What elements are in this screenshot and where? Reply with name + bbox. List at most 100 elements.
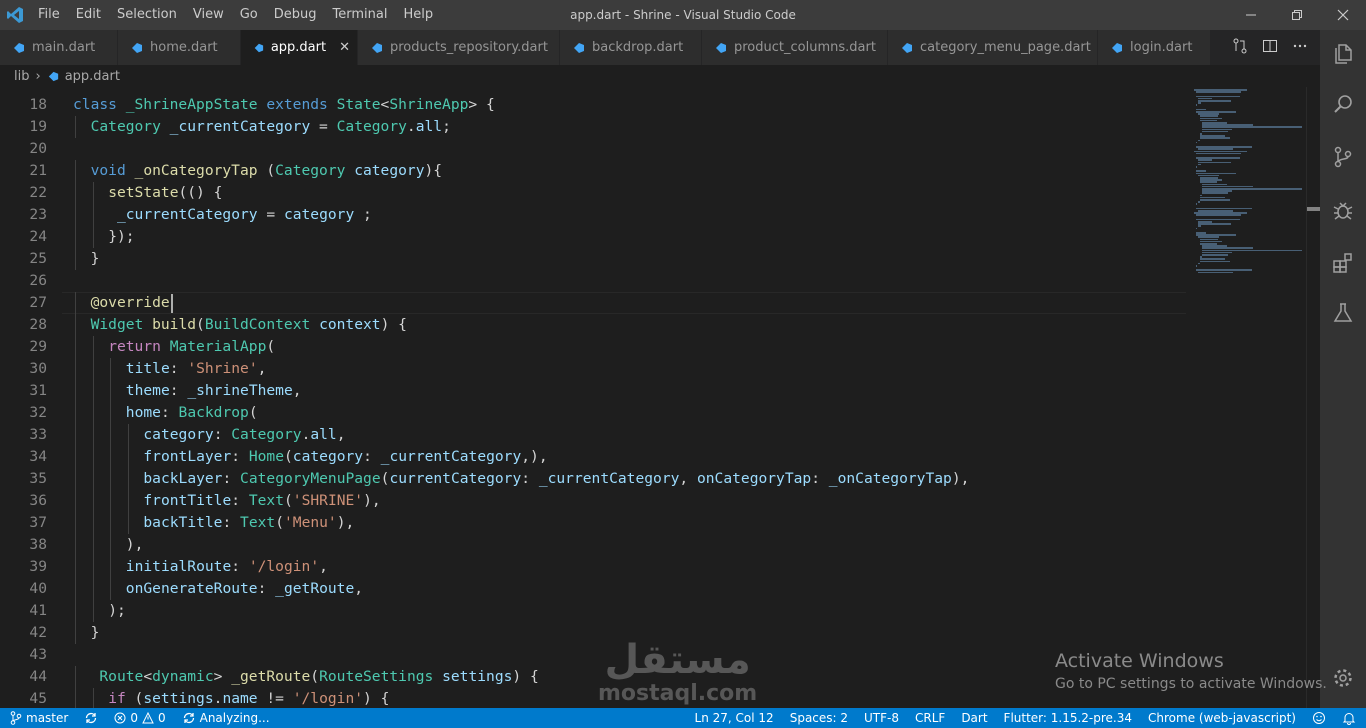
code-line[interactable]: 35 backLayer: CategoryMenuPage(currentCat… (0, 468, 1190, 490)
dart-file-icon (1112, 42, 1122, 53)
code-line[interactable]: 30 title: 'Shrine', (0, 358, 1190, 380)
indent-guide (75, 490, 76, 512)
code-line[interactable]: 22 setState(() { (0, 182, 1190, 204)
menu-selection[interactable]: Selection (109, 0, 185, 30)
code-line[interactable]: 45 if (settings.name != '/login') { (0, 688, 1190, 708)
activity-extensions[interactable] (1320, 239, 1366, 287)
code-line[interactable]: 29 return MaterialApp( (0, 336, 1190, 358)
sync-button[interactable] (76, 711, 106, 725)
minimize-button[interactable] (1228, 0, 1274, 30)
feedback-button[interactable] (1304, 711, 1334, 725)
code-line[interactable]: 42} (0, 622, 1190, 644)
code-line[interactable]: 34 frontLayer: Home(category: _currentCat… (0, 446, 1190, 468)
menu-debug[interactable]: Debug (266, 0, 325, 30)
code-line[interactable]: 37 backTitle: Text('Menu'), (0, 512, 1190, 534)
tab-app-dart[interactable]: app.dart ✕ (241, 30, 358, 65)
menu-view[interactable]: View (185, 0, 232, 30)
code-token: all (415, 118, 443, 135)
code-token: title (125, 360, 170, 377)
menu-go[interactable]: Go (232, 0, 266, 30)
code-line[interactable]: 43 (0, 644, 1190, 666)
split-editor-icon[interactable] (1262, 38, 1278, 58)
tab-backdrop-dart[interactable]: backdrop.dart (560, 30, 702, 65)
activity-testing[interactable] (1320, 289, 1366, 337)
code-line[interactable]: 32 home: Backdrop( (0, 402, 1190, 424)
code-line[interactable]: 44 Route<dynamic> _getRoute(RouteSetting… (0, 666, 1190, 688)
indent-guide (92, 468, 94, 490)
line-number: 21 (29, 162, 47, 179)
code-token: Route (99, 668, 144, 685)
status-branch[interactable]: master (0, 708, 76, 728)
indent-guide (92, 578, 94, 600)
minimap-line (1198, 262, 1201, 265)
code-line[interactable]: 19 Category _currentCategory = Category.a… (0, 116, 1190, 138)
status-cursor-position[interactable]: Ln 27, Col 12 (687, 708, 782, 728)
code-line[interactable]: 18 class _ShrineAppState extends State<Sh… (0, 94, 1190, 116)
code-line[interactable]: 26 (0, 270, 1190, 292)
status-encoding[interactable]: UTF-8 (856, 708, 907, 728)
code-line[interactable]: 40 onGenerateRoute: _getRoute, (0, 578, 1190, 600)
code-line[interactable]: 36 frontTitle: Text('SHRINE'), (0, 490, 1190, 512)
activity-explorer[interactable] (1320, 30, 1366, 78)
code-token: _currentCategory (538, 470, 680, 487)
activity-debug[interactable] (1320, 186, 1366, 234)
code-editor[interactable]: 18 class _ShrineAppState extends State < Sh… (0, 94, 1190, 708)
scrollbar-thumb[interactable] (1307, 207, 1321, 211)
minimap[interactable] (1190, 87, 1306, 708)
close-window-button[interactable] (1320, 0, 1366, 30)
open-changes-icon[interactable] (1232, 38, 1248, 58)
activity-source-control[interactable] (1320, 133, 1366, 181)
code-token: build (152, 316, 197, 333)
status-device[interactable]: Chrome (web-javascript) (1140, 708, 1304, 728)
code-token: }); (108, 228, 135, 245)
code-line[interactable]: 21 void _onCategoryTap (Category category… (0, 160, 1190, 182)
code-line[interactable]: 33 category: Category.all, (0, 424, 1190, 446)
minimap-line (1198, 163, 1202, 166)
tab-product-columns-dart[interactable]: product_columns.dart (702, 30, 888, 65)
restore-button[interactable] (1274, 0, 1320, 30)
breadcrumb-file[interactable]: app.dart (65, 69, 120, 84)
code-token: ), (125, 536, 144, 553)
menu-help[interactable]: Help (395, 0, 441, 30)
code-line[interactable]: 41); (0, 600, 1190, 622)
status-eol[interactable]: CRLF (907, 708, 953, 728)
code-line[interactable]: 23 _currentCategory = category ; (0, 204, 1190, 226)
menu-file[interactable]: File (30, 0, 68, 30)
status-flutter-version[interactable]: Flutter: 1.15.2-pre.34 (996, 708, 1140, 728)
code-line[interactable]: 39 initialRoute: '/login', (0, 556, 1190, 578)
menu-edit[interactable]: Edit (68, 0, 109, 30)
code-line[interactable]: 38), (0, 534, 1190, 556)
tab-main-dart[interactable]: main.dart (0, 30, 118, 65)
code-line[interactable]: 25} (0, 248, 1190, 270)
status-problems[interactable]: 0 0 (106, 708, 173, 728)
status-language[interactable]: Dart (953, 708, 995, 728)
menu-terminal[interactable]: Terminal (325, 0, 396, 30)
code-text: frontTitle: Text('SHRINE'), (143, 490, 380, 512)
tab-category-menu-page-dart[interactable]: category_menu_page.dart (888, 30, 1098, 65)
indent-guide (75, 556, 76, 578)
tab-login-dart[interactable]: login.dart (1098, 30, 1218, 65)
code-token: : (213, 426, 232, 443)
indent-guide (92, 512, 94, 534)
code-line[interactable]: 27 @override (0, 292, 1190, 314)
code-token: ), (363, 492, 381, 509)
status-indentation[interactable]: Spaces: 2 (782, 708, 856, 728)
more-actions-icon[interactable] (1292, 38, 1308, 58)
editor-scrollbar[interactable] (1306, 87, 1321, 708)
code-line[interactable]: 28 Widget build(BuildContext context) { (0, 314, 1190, 336)
notifications-button[interactable] (1334, 711, 1366, 725)
smiley-feedback-icon (1313, 712, 1325, 724)
tab-home-dart[interactable]: home.dart (118, 30, 241, 65)
close-tab-icon[interactable]: ✕ (336, 40, 353, 55)
indent-guide (92, 424, 94, 446)
code-token: BuildContext (204, 316, 320, 333)
code-line[interactable]: 24}); (0, 226, 1190, 248)
dart-file-icon (254, 43, 264, 52)
code-token: Widget (90, 316, 153, 333)
activity-settings[interactable] (1320, 654, 1366, 702)
code-line[interactable]: 31 theme: _shrineTheme, (0, 380, 1190, 402)
activity-search[interactable] (1320, 80, 1366, 128)
code-line[interactable]: 20 (0, 138, 1190, 160)
breadcrumb-folder[interactable]: lib (14, 69, 29, 84)
tab-products-repository-dart[interactable]: products_repository.dart (358, 30, 560, 65)
